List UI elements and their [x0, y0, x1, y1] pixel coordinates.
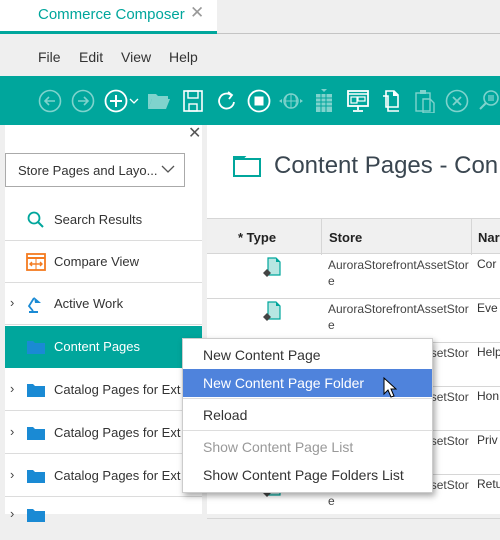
sidebar-item-active-work[interactable]: › Active Work	[5, 283, 202, 325]
menu-view[interactable]: View	[121, 49, 151, 65]
page-title: Content Pages - Con	[274, 152, 499, 179]
menu-item-label: New Content Page Folder	[203, 375, 365, 391]
column-separator[interactable]	[321, 219, 322, 255]
chevron-right-icon[interactable]: ›	[10, 424, 14, 439]
menu-item-reload[interactable]: Reload	[183, 401, 432, 429]
chevron-down-icon	[160, 161, 176, 177]
compare-icon	[26, 253, 46, 271]
sidebar-item-label: Content Pages	[54, 339, 141, 354]
sidebar-item-search-results[interactable]: Search Results	[5, 199, 202, 241]
table-row[interactable]: AuroraStorefrontAssetStore Eve	[207, 299, 500, 343]
back-icon[interactable]	[38, 89, 62, 113]
column-header-type[interactable]: * Type	[238, 230, 276, 245]
menu-item-show-content-page-list[interactable]: Show Content Page List	[183, 433, 432, 461]
content-page-icon	[263, 257, 281, 277]
menu-edit[interactable]: Edit	[79, 49, 103, 65]
menu-separator	[183, 430, 432, 431]
view-selector-value: Store Pages and Layo...	[18, 163, 158, 178]
tab-bar: Commerce Composer ✕	[0, 0, 500, 34]
paste-icon[interactable]	[413, 89, 437, 113]
save-icon[interactable]	[181, 89, 205, 113]
folder-icon	[26, 424, 46, 442]
folder-icon	[26, 338, 46, 356]
search-zoom-icon[interactable]	[478, 89, 500, 113]
folder-outline-icon	[233, 155, 261, 177]
cell-name: Cor	[477, 257, 497, 271]
cell-name: Retu	[477, 477, 500, 491]
menu-item-label: Show Content Page List	[203, 439, 354, 455]
folder-icon	[26, 506, 46, 524]
lamp-icon	[26, 295, 46, 313]
stop-icon[interactable]	[247, 89, 271, 113]
sidebar-item-label: Catalog Pages for Ext	[54, 425, 181, 440]
sidebar-item-catalog-pages-3[interactable]: › Catalog Pages for Ext	[5, 455, 202, 497]
sidebar-item-content-pages[interactable]: Content Pages	[5, 326, 202, 368]
open-folder-icon[interactable]	[147, 89, 171, 113]
folder-icon	[26, 467, 46, 485]
cell-name: Priv	[477, 433, 498, 447]
chevron-right-icon[interactable]: ›	[10, 381, 14, 396]
forward-icon[interactable]	[71, 89, 95, 113]
cell-name: Help	[477, 345, 500, 359]
folder-icon	[26, 381, 46, 399]
search-icon	[26, 211, 46, 229]
sidebar-item-partial[interactable]: ›	[5, 498, 202, 540]
add-icon[interactable]	[104, 89, 128, 113]
sidebar: ✕ Store Pages and Layo... Search Results…	[5, 123, 202, 522]
menu-help[interactable]: Help	[169, 49, 198, 65]
sidebar-item-compare-view[interactable]: Compare View	[5, 241, 202, 283]
menu-item-show-content-page-folders-list[interactable]: Show Content Page Folders List	[183, 461, 432, 489]
toolbar	[0, 76, 500, 125]
table-row[interactable]: AuroraStorefrontAssetStore Cor	[207, 255, 500, 299]
close-icon[interactable]: ✕	[190, 3, 204, 23]
cancel-icon[interactable]	[445, 89, 469, 113]
add-dropdown-icon[interactable]	[128, 89, 140, 113]
cell-name: Eve	[477, 301, 498, 315]
sidebar-item-catalog-pages-1[interactable]: › Catalog Pages for Ext	[5, 369, 202, 411]
menu-file[interactable]: File	[38, 49, 61, 65]
cell-store: AuroraStorefrontAssetStore	[328, 258, 469, 288]
globe-icon[interactable]	[279, 89, 303, 113]
column-separator[interactable]	[471, 219, 472, 255]
sidebar-item-label: Compare View	[54, 254, 140, 269]
sidebar-item-label: Catalog Pages for Ext	[54, 468, 181, 483]
menu-item-label: Reload	[203, 407, 248, 423]
menu-item-label: New Content Page	[203, 347, 321, 363]
menu-item-new-content-page[interactable]: New Content Page	[183, 341, 432, 369]
sidebar-item-label: Active Work	[54, 296, 124, 311]
copy-icon[interactable]	[380, 89, 404, 113]
view-selector[interactable]: Store Pages and Layo...	[5, 153, 185, 187]
column-header-store[interactable]: Store	[329, 230, 362, 245]
preview-icon[interactable]	[346, 89, 370, 113]
content-page-icon	[263, 301, 281, 321]
cell-store: AuroraStorefrontAssetStore	[328, 302, 469, 332]
mouse-cursor-icon	[383, 376, 398, 399]
chevron-right-icon[interactable]: ›	[10, 295, 14, 310]
tab-title: Commerce Composer	[38, 6, 185, 23]
context-menu: New Content Page New Content Page Folder…	[182, 338, 433, 493]
close-icon[interactable]: ✕	[188, 123, 201, 143]
sidebar-item-catalog-pages-2[interactable]: › Catalog Pages for Ext	[5, 412, 202, 454]
sidebar-item-label: Search Results	[54, 212, 143, 227]
cell-name: Hon	[477, 389, 500, 403]
menu-bar: File Edit View Help	[0, 34, 500, 76]
sidebar-item-label: Catalog Pages for Ext	[54, 382, 181, 397]
column-header-name[interactable]: Nar	[478, 230, 500, 245]
refresh-icon[interactable]	[215, 89, 239, 113]
grid-header: * Type Store Nar	[207, 218, 500, 255]
grid-icon[interactable]	[312, 89, 336, 113]
menu-item-label: Show Content Page Folders List	[203, 467, 404, 483]
tab-commerce-composer[interactable]: Commerce Composer ✕	[0, 0, 217, 34]
chevron-right-icon[interactable]: ›	[10, 467, 14, 482]
